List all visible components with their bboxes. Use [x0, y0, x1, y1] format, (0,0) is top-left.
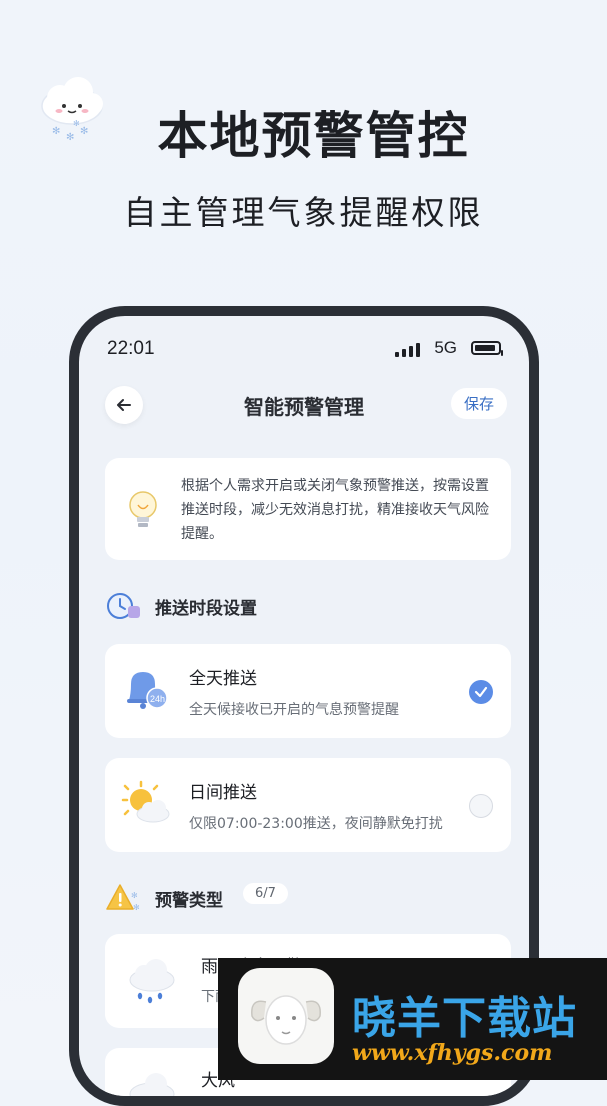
push-section-title: 推送时段设置: [155, 599, 257, 619]
hero-title: 本地预警管控: [157, 107, 470, 165]
check-selected-icon[interactable]: [469, 680, 493, 704]
warning-triangle-icon: ✻ ✻: [105, 882, 141, 918]
lightbulb-icon: [123, 488, 163, 536]
info-card: 根据个人需求开启或关闭气象预警推送，按需设置推送时段，减少无效消息打扰，精准接收…: [105, 458, 511, 560]
check-unselected-icon[interactable]: [469, 794, 493, 818]
info-text: 根据个人需求开启或关闭气象预警推送，按需设置推送时段，减少无效消息打扰，精准接收…: [181, 478, 489, 542]
svg-text:✻: ✻: [133, 903, 140, 912]
sun-cloud-icon: [121, 780, 173, 830]
rain-snow-cloud-icon: [125, 956, 179, 1012]
option-daytime[interactable]: 日间推送 仅限07:00-23:00推送，夜间静默免打扰: [105, 758, 511, 852]
wind-cloud-icon: [125, 1070, 179, 1096]
watermark-banner: 晓羊下载站 www.xfhygs.com: [218, 958, 607, 1080]
nav-bar: 智能预警管理 保存: [95, 378, 513, 428]
bell-24h-icon: 24h: [121, 666, 169, 716]
clock-icon: [105, 590, 143, 626]
option-desc: 全天候接收已开启的气息预警提醒: [189, 702, 399, 718]
status-bar: 22:01 5G: [107, 338, 503, 362]
option-title: 全天推送: [189, 669, 257, 689]
signal-icon: [395, 342, 421, 361]
site-url: www.xfhygs.com: [352, 1040, 553, 1066]
network-type: 5G: [434, 338, 457, 357]
warning-section-title: 预警类型: [155, 891, 223, 911]
battery-icon: [471, 341, 503, 356]
push-section-header: 推送时段设置: [105, 590, 405, 620]
save-button[interactable]: 保存: [450, 388, 507, 419]
hero-subtitle: 自主管理气象提醒权限: [123, 193, 484, 232]
option-desc: 仅限07:00-23:00推送，夜间静默免打扰: [189, 816, 443, 832]
sheep-logo-icon: [238, 968, 334, 1064]
option-title: 日间推送: [189, 783, 257, 803]
option-all-day[interactable]: 24h 全天推送 全天候接收已开启的气息预警提醒: [105, 644, 511, 738]
status-time: 22:01: [107, 338, 155, 359]
warning-count-badge: 6/7: [243, 883, 288, 904]
svg-text:✻: ✻: [131, 891, 138, 900]
warning-section-header: ✻ ✻ 预警类型 6/7: [105, 882, 405, 912]
svg-text:24h: 24h: [150, 694, 165, 704]
site-name: 晓羊下载站: [352, 993, 577, 1044]
